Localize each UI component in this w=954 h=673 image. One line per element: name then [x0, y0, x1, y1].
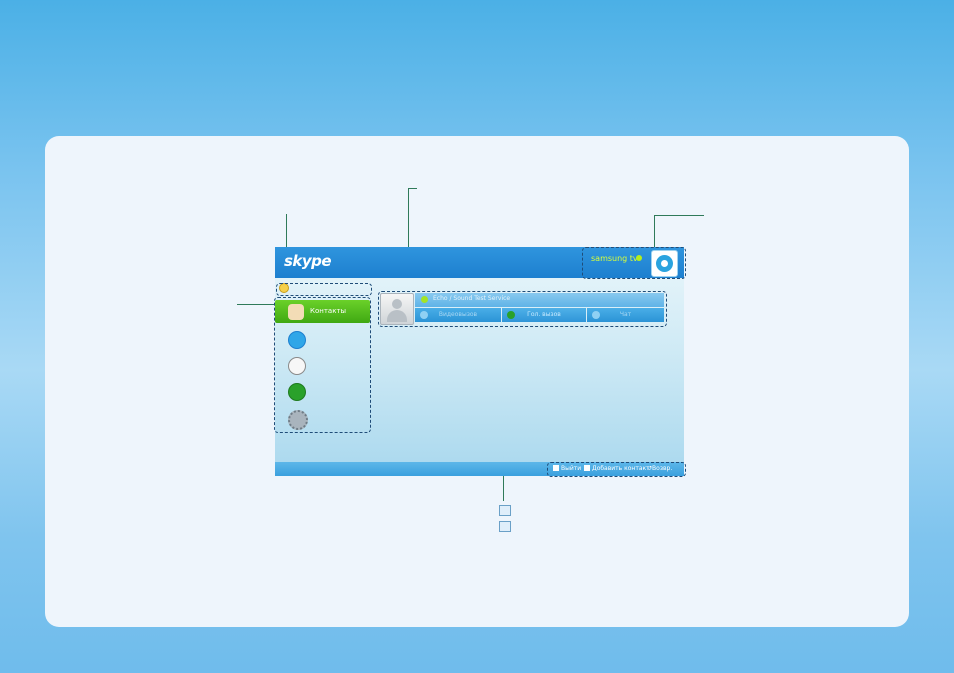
contact-callout-box — [378, 291, 667, 327]
callout-line-account — [654, 215, 704, 216]
sidebar-callout-box — [274, 297, 371, 433]
skype-logo: skype — [284, 252, 332, 270]
callout-line-contact-top — [408, 188, 417, 189]
account-callout-box — [582, 247, 686, 279]
legend-icon-top — [499, 505, 511, 516]
footer-callout-box — [547, 462, 686, 477]
mood-callout-box — [276, 283, 372, 296]
legend-icon-bottom — [499, 521, 511, 532]
callout-line-account-v — [654, 215, 655, 250]
